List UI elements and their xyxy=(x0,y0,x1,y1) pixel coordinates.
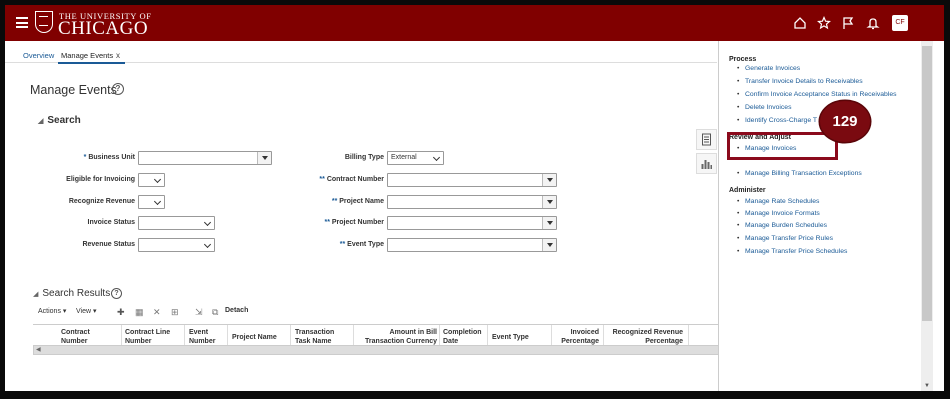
business-unit-label: * Business Unit xyxy=(83,154,135,161)
contract-number-label: ** Contract Number xyxy=(319,176,384,183)
delete-icon[interactable]: ✕ xyxy=(153,307,161,318)
chevron-down-icon xyxy=(153,197,162,206)
help-icon[interactable]: ? xyxy=(112,83,124,95)
favorites-star-icon[interactable] xyxy=(817,15,831,30)
bar-chart-icon xyxy=(701,160,712,169)
link-generate-invoices[interactable]: Generate Invoices xyxy=(737,65,800,72)
event-type-dropdown-icon[interactable] xyxy=(542,239,556,251)
add-icon[interactable]: ✚ xyxy=(117,307,125,318)
project-number-input[interactable] xyxy=(387,216,557,230)
event-type-label: ** Event Type xyxy=(339,241,384,248)
search-heading: Search xyxy=(47,115,81,126)
recognize-revenue-select[interactable] xyxy=(138,195,165,209)
scroll-down-icon[interactable]: ▼ xyxy=(924,383,930,389)
tab-manage-events[interactable]: Manage Events xyxy=(61,51,113,60)
analytics-panel-button[interactable] xyxy=(696,153,717,174)
user-avatar[interactable]: CF xyxy=(892,15,908,31)
link-manage-burden-schedules[interactable]: Manage Burden Schedules xyxy=(737,222,827,229)
business-unit-input[interactable] xyxy=(138,151,272,165)
link-manage-transfer-price-schedules[interactable]: Manage Transfer Price Schedules xyxy=(737,248,847,255)
billing-type-value: External xyxy=(391,154,417,161)
university-name-main[interactable]: CHICAGO xyxy=(58,19,148,39)
page-title: Manage Events xyxy=(30,83,117,97)
page-tabs: Overview Manage Events x xyxy=(5,41,717,64)
col-amount-bill-transaction-currency[interactable]: Amount in Bill Transaction Currency xyxy=(359,329,437,346)
project-name-dropdown-icon[interactable] xyxy=(542,196,556,208)
chevron-down-icon xyxy=(203,240,212,249)
event-type-input[interactable] xyxy=(387,238,557,252)
link-identify-cross-charge[interactable]: Identify Cross-Charge T xyxy=(737,117,817,124)
table-horizontal-scrollbar[interactable]: ◀ xyxy=(33,345,723,355)
app-window: THE UNIVERSITY OF CHICAGO CF Overview Ma… xyxy=(0,0,950,399)
invoice-status-select[interactable] xyxy=(138,216,215,230)
col-event-type[interactable]: Event Type xyxy=(492,334,529,343)
link-manage-rate-schedules[interactable]: Manage Rate Schedules xyxy=(737,198,819,205)
col-completion-date[interactable]: Completion Date xyxy=(443,329,482,346)
scroll-left-icon[interactable]: ◀ xyxy=(36,346,41,353)
link-manage-billing-transaction-exceptions[interactable]: Manage Billing Transaction Exceptions xyxy=(737,170,862,177)
recognize-revenue-label: Recognize Revenue xyxy=(68,198,135,205)
revenue-status-select[interactable] xyxy=(138,238,215,252)
chevron-down-icon xyxy=(153,175,162,184)
administer-heading: Administer xyxy=(729,187,766,194)
col-transaction-task-name[interactable]: Transaction Task Name xyxy=(295,329,334,346)
eligible-for-invoicing-select[interactable] xyxy=(138,173,165,187)
business-unit-dropdown-icon[interactable] xyxy=(257,152,271,164)
results-help-icon[interactable]: ? xyxy=(111,288,122,299)
col-invoiced-percentage[interactable]: Invoiced Percentage xyxy=(555,329,599,346)
revenue-status-label: Revenue Status xyxy=(82,241,135,248)
highlight-manage-invoices xyxy=(727,132,838,160)
chevron-down-icon xyxy=(432,153,441,162)
project-number-dropdown-icon[interactable] xyxy=(542,217,556,229)
active-tab-indicator xyxy=(58,62,125,64)
export-icon[interactable]: ⇲ xyxy=(195,307,203,318)
col-event-number[interactable]: Event Number xyxy=(189,329,215,346)
panel-vertical-scrollbar[interactable]: ▼ xyxy=(921,41,933,391)
search-section-header[interactable]: ◢ Search xyxy=(38,115,81,126)
tasks-panel: Process Generate Invoices Transfer Invoi… xyxy=(718,41,921,391)
project-name-label: ** Project Name xyxy=(331,198,384,205)
tab-close-icon[interactable]: x xyxy=(116,51,120,60)
process-heading: Process xyxy=(729,56,757,63)
collapse-triangle-icon: ◢ xyxy=(38,118,44,125)
col-contract-line-number[interactable]: Contract Line Number xyxy=(125,329,170,346)
menu-icon[interactable] xyxy=(16,17,28,28)
billing-type-label: Billing Type xyxy=(344,154,384,161)
search-results-heading: Search Results xyxy=(42,288,111,299)
contract-number-input[interactable] xyxy=(387,173,557,187)
project-number-label: ** Project Number xyxy=(324,219,384,226)
col-recognized-revenue-percentage[interactable]: Recognized Revenue Percentage xyxy=(608,329,683,346)
link-manage-invoice-formats[interactable]: Manage Invoice Formats xyxy=(737,210,820,217)
freeze-icon[interactable]: ⊞ xyxy=(171,307,179,318)
detach-button[interactable]: Detach xyxy=(225,307,248,314)
home-icon[interactable] xyxy=(793,16,807,30)
actions-menu[interactable]: Actions ▾ xyxy=(38,307,66,315)
flag-icon[interactable] xyxy=(841,16,855,30)
tasks-panel-button[interactable] xyxy=(696,129,717,150)
col-project-name[interactable]: Project Name xyxy=(232,334,277,343)
tab-overview[interactable]: Overview xyxy=(23,51,54,60)
invoice-status-label: Invoice Status xyxy=(87,219,135,226)
contract-number-dropdown-icon[interactable] xyxy=(542,174,556,186)
global-header: THE UNIVERSITY OF CHICAGO CF xyxy=(5,5,944,41)
billing-type-select[interactable]: External xyxy=(387,151,444,165)
step-callout-badge: 129 xyxy=(820,101,870,142)
link-confirm-invoice-acceptance[interactable]: Confirm Invoice Acceptance Status in Rec… xyxy=(737,91,896,98)
project-name-input[interactable] xyxy=(387,195,557,209)
document-list-icon xyxy=(702,133,711,146)
university-shield-icon xyxy=(35,11,53,33)
detach-icon[interactable]: ⧉ xyxy=(212,307,218,318)
edit-icon[interactable]: ▦ xyxy=(135,307,144,318)
chevron-down-icon xyxy=(203,218,212,227)
view-menu[interactable]: View ▾ xyxy=(76,307,97,315)
eligible-for-invoicing-label: Eligible for Invoicing xyxy=(66,176,135,183)
search-results-header[interactable]: ◢ Search Results ? xyxy=(33,288,122,299)
scrollbar-thumb[interactable] xyxy=(922,46,932,321)
link-manage-transfer-price-rules[interactable]: Manage Transfer Price Rules xyxy=(737,235,833,242)
notifications-bell-icon[interactable] xyxy=(866,16,880,30)
col-contract-number[interactable]: Contract Number xyxy=(61,329,90,346)
link-delete-invoices[interactable]: Delete Invoices xyxy=(737,104,792,111)
collapse-triangle-icon: ◢ xyxy=(33,291,39,298)
link-transfer-invoice-details[interactable]: Transfer Invoice Details to Receivables xyxy=(737,78,863,85)
